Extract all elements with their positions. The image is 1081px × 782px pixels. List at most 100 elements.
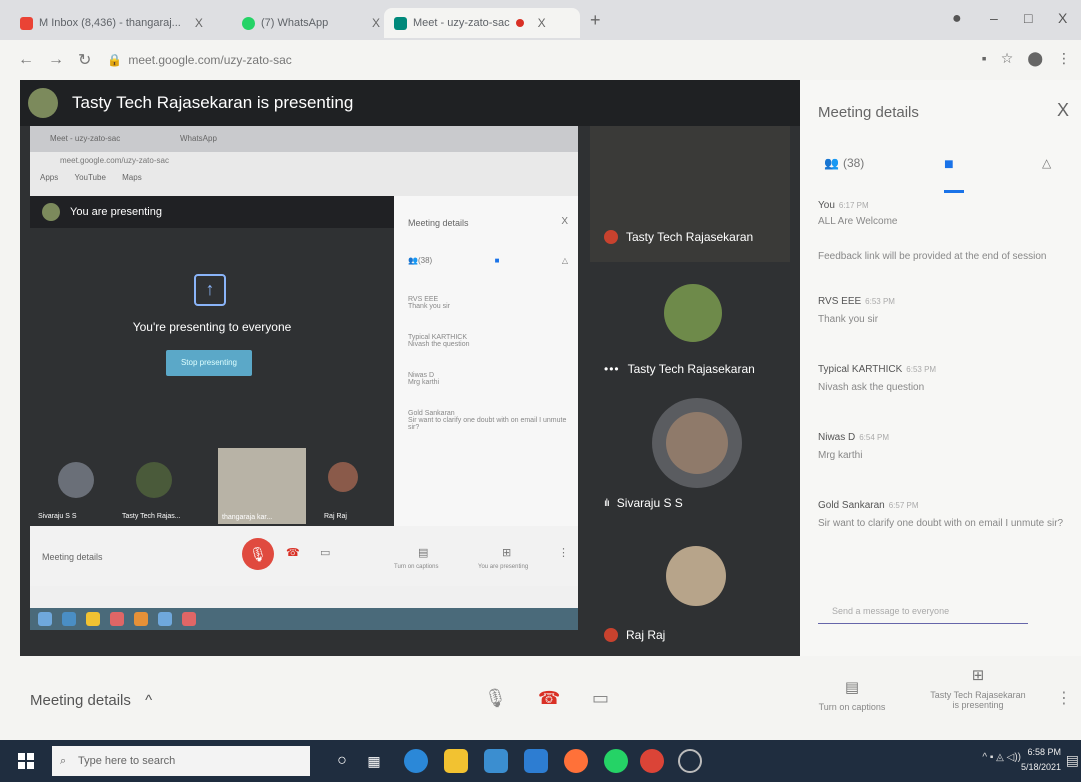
minimize-button[interactable]: –: [990, 10, 998, 26]
chat-author: Niwas D: [408, 372, 435, 379]
firefox-icon: [134, 612, 148, 626]
cortana-icon[interactable]: ○: [330, 749, 354, 773]
shared-details-tabs: 👥(38) ■ △: [408, 256, 568, 265]
profile-circle-icon[interactable]: ●: [952, 10, 962, 28]
chat-author: Gold Sankaran: [818, 500, 885, 511]
folder-icon: [86, 612, 100, 626]
chat-message: RVS EEE 6:53 PM Thank you sir: [818, 296, 1068, 327]
extension-icon[interactable]: ⬤: [1027, 50, 1043, 67]
recording-dot-icon: [515, 19, 524, 27]
shared-bottom-toolbar: Meeting details 🎙 ☎ ▭ ▤ Turn on captions…: [30, 526, 578, 586]
windows-start-icon[interactable]: [18, 753, 34, 769]
tab-whatsapp[interactable]: (7) WhatsApp: [232, 8, 382, 38]
tab-people[interactable]: 👥 (38): [824, 156, 864, 170]
maximize-button[interactable]: □: [1024, 10, 1032, 26]
captions-button[interactable]: ▤ Turn on captions: [812, 678, 892, 712]
url-field[interactable]: 🔒 meet.google.com/uzy-zato-sac: [107, 53, 291, 67]
tab-chat[interactable]: ■: [944, 156, 954, 174]
hangup-icon: ☎: [286, 547, 300, 559]
shared-presenting-banner: You are presenting: [30, 196, 394, 228]
chat-text: Thank you sir: [818, 314, 879, 325]
clock-time: 6:58 PM: [1027, 747, 1061, 757]
edge-icon[interactable]: [404, 749, 428, 773]
chat-text: Feedback link will be provided at the en…: [818, 251, 1047, 262]
chat-author: RVS EEE: [408, 296, 439, 303]
back-arrow-icon[interactable]: ←: [18, 51, 34, 69]
chat-input[interactable]: Send a message to everyone: [818, 600, 1028, 624]
chrome-canary-icon[interactable]: [678, 749, 702, 773]
avatar: [666, 412, 728, 474]
chat-author: You: [818, 200, 835, 211]
tab-meet[interactable]: Meet - uzy-zato-sac X: [384, 8, 580, 38]
edge-icon: [62, 612, 76, 626]
shared-presenting-label: You are presenting: [478, 564, 529, 570]
participants-count: (38): [417, 256, 433, 265]
store-icon[interactable]: [484, 749, 508, 773]
taskbar-search[interactable]: ⌕ Type here to search: [52, 746, 310, 776]
people-icon: 👥: [824, 156, 839, 170]
forward-arrow-icon[interactable]: →: [48, 51, 64, 69]
file-explorer-icon[interactable]: [444, 749, 468, 773]
participant-tile[interactable]: Raj Raj: [590, 542, 790, 652]
lock-icon: 🔒: [107, 53, 123, 67]
more-options-icon[interactable]: ⋮: [1056, 688, 1072, 708]
close-icon[interactable]: X: [538, 16, 546, 30]
chrome-icon: [182, 612, 196, 626]
system-tray[interactable]: ^ ▪ ◬ ◁)): [982, 752, 1021, 763]
participant-tile[interactable]: Tasty Tech Rajasekaran: [590, 126, 790, 262]
shared-tile-label: Sivaraju S S: [38, 513, 77, 520]
app-icon: [158, 612, 172, 626]
close-icon[interactable]: X: [195, 16, 203, 30]
presenter-banner-text: Tasty Tech Rajasekaran is presenting: [72, 93, 354, 112]
panel-tabs: 👥 (38) ■ △: [814, 156, 1064, 196]
close-window-button[interactable]: X: [1058, 10, 1067, 26]
menu-icon[interactable]: ⋮: [1057, 50, 1071, 67]
camera-icon[interactable]: ▭: [592, 688, 609, 709]
chat-author: Niwas D: [818, 432, 856, 443]
mail-icon[interactable]: [524, 749, 548, 773]
clock-date: 5/18/2021: [1020, 762, 1061, 772]
chat-text: ALL Are Welcome: [818, 216, 898, 227]
chrome-icon[interactable]: [640, 749, 664, 773]
notifications-icon[interactable]: ▤: [1066, 752, 1079, 769]
participant-name: Tasty Tech Rajasekaran: [604, 230, 753, 244]
shared-chat-message: Typical KARTHICK Nivash the question: [408, 334, 568, 348]
tab-activities[interactable]: △: [1042, 156, 1051, 170]
tab-gmail[interactable]: M Inbox (8,436) - thangaraj... X: [10, 8, 230, 38]
more-dots-icon: •••: [604, 362, 620, 376]
participant-name: Raj Raj: [604, 628, 665, 642]
activities-icon: △: [1042, 156, 1052, 170]
camera-indicator-icon[interactable]: ▪: [982, 50, 987, 67]
presenting-label: Tasty Tech Rajasekaran: [930, 690, 1026, 700]
chat-message: You 6:17 PM ALL Are Welcome: [818, 200, 1068, 229]
avatar: [42, 203, 60, 221]
present-upload-icon: ↑: [194, 274, 226, 306]
shared-details-title: Meeting details: [408, 218, 469, 228]
hangup-icon[interactable]: ☎: [538, 688, 560, 709]
mic-icon[interactable]: 🎙: [484, 688, 507, 709]
star-icon[interactable]: ☆: [1001, 50, 1014, 67]
presenting-button[interactable]: ⊞ Tasty Tech Rajasekaran is presenting: [918, 666, 1038, 710]
firefox-icon[interactable]: [564, 749, 588, 773]
chat-time: 6:54 PM: [859, 433, 890, 442]
participant-name-text: Sivaraju S S: [616, 496, 683, 510]
chat-message: Gold Sankaran 6:57 PM Sir want to clarify…: [818, 500, 1068, 531]
present-icon: ⊞: [971, 667, 985, 684]
reload-icon[interactable]: ↻: [78, 50, 91, 70]
participant-tile[interactable]: ılı Sivaraju S S: [590, 398, 790, 518]
close-icon[interactable]: X: [372, 16, 380, 30]
participant-tile[interactable]: ••• Tasty Tech Rajasekaran: [590, 276, 790, 396]
task-view-icon[interactable]: ▦: [362, 749, 386, 773]
close-panel-button[interactable]: X: [1057, 100, 1069, 121]
chat-text: Nivash ask the question: [818, 382, 925, 393]
taskbar-clock[interactable]: 6:58 PM 5/18/2021: [1021, 745, 1061, 775]
chat-icon: ■: [944, 156, 954, 173]
avatar: [28, 88, 58, 118]
new-tab-button[interactable]: +: [590, 10, 601, 31]
windows-taskbar: ⌕ Type here to search ○ ▦ ^ ▪ ◬ ◁)) 6:58…: [0, 740, 1081, 782]
chat-message: Niwas D 6:54 PM Mrg karthi: [818, 432, 1068, 463]
whatsapp-icon[interactable]: [604, 749, 628, 773]
chat-time: 6:57 PM: [888, 501, 919, 510]
shared-tile-label: Raj Raj: [324, 513, 347, 520]
meeting-details-button[interactable]: Meeting details ^: [30, 692, 152, 709]
